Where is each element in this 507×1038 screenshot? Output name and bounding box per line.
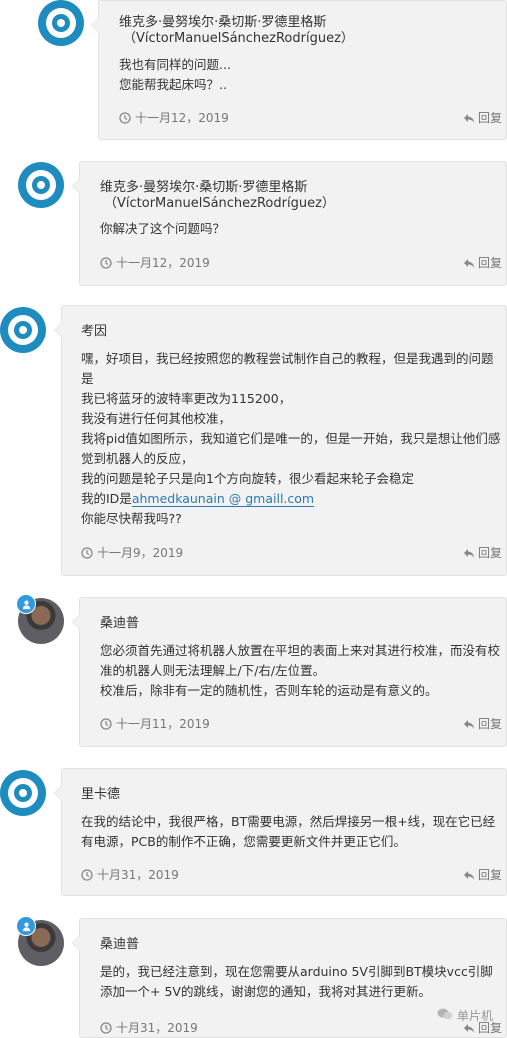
comment-text: 您必须首先通过将机器人放置在平坦的表面上来对其进行校准，而没有校准的机器人则无法… — [100, 643, 501, 678]
comment-date[interactable]: 十一月11，2019 — [100, 715, 210, 732]
watermark-text: 单片机 — [456, 1009, 493, 1023]
reply-icon — [463, 547, 475, 559]
reply-icon — [463, 112, 475, 124]
comment-author: 维克多·曼努埃尔·桑切斯·罗德里格斯 （VíctorManuelSánchezR… — [119, 15, 354, 47]
date-text: 十一月12，2019 — [116, 256, 210, 270]
comment-body: 是的，我已经注意到，现在您需要从arduino 5V引脚到BT模块vcc引脚添加… — [100, 962, 500, 1002]
reply-button[interactable]: 回复 — [463, 254, 502, 271]
comment-text: 在我的结论中，我很严格，BT需要电源，然后焊接另一根+线，现在它已经有电源，PC… — [81, 814, 496, 849]
reply-button[interactable]: 回复 — [463, 715, 502, 732]
date-text: 十一月12，2019 — [135, 111, 229, 125]
comment-text: 你解决了这个问题吗？ — [100, 221, 226, 236]
clock-icon — [81, 868, 93, 881]
comment-card: 维克多·曼努埃尔·桑切斯·罗德里格斯 （VíctorManuelSánchezR… — [72, 161, 507, 286]
comment-card: 里卡德 在我的结论中，我很严格，BT需要电源，然后焊接另一根+线，现在它已经有电… — [54, 768, 507, 896]
id-prefix: 我的ID是 — [81, 491, 132, 506]
comment-author: 桑迪普 — [100, 616, 140, 631]
comment-card: 维克多·曼努埃尔·桑切斯·罗德里格斯 （VíctorManuelSánchezR… — [91, 0, 507, 140]
comment-author: 维克多·曼努埃尔·桑切斯·罗德里格斯 （VíctorManuelSánchezR… — [100, 180, 335, 212]
reply-icon — [463, 257, 475, 269]
reply-button[interactable]: 回复 — [463, 109, 502, 126]
wordpress-avatar-icon — [0, 307, 46, 353]
comment-date[interactable]: 十月31，2019 — [100, 1019, 198, 1036]
reply-button[interactable]: 回复 — [463, 544, 502, 561]
clock-icon — [100, 1021, 112, 1034]
wordpress-avatar-icon — [18, 162, 64, 208]
reply-icon — [463, 718, 475, 730]
reply-label: 回复 — [477, 256, 502, 270]
comment-body: 在我的结论中，我很严格，BT需要电源，然后焊接另一根+线，现在它已经有电源，PC… — [81, 812, 501, 852]
reply-icon — [463, 869, 475, 881]
reply-label: 回复 — [477, 546, 502, 560]
date-text: 十月31，2019 — [116, 1021, 198, 1035]
comment-date[interactable]: 十月31，2019 — [81, 866, 179, 883]
clock-icon — [119, 111, 131, 124]
reply-label: 回复 — [477, 717, 502, 731]
comment-text: 校准后，除非有一定的随机性，否则车轮的运动是有意义的。 — [100, 683, 438, 698]
comment-date[interactable]: 十一月12，2019 — [119, 109, 229, 126]
reply-label: 回复 — [477, 868, 502, 882]
comment-body: 您必须首先通过将机器人放置在平坦的表面上来对其进行校准，而没有校准的机器人则无法… — [100, 641, 500, 701]
watermark: 单片机 — [437, 1007, 493, 1024]
date-text: 十一月11，2019 — [116, 717, 210, 731]
comment-text: 是的，我已经注意到，现在您需要从arduino 5V引脚到BT模块vcc引脚添加… — [100, 964, 493, 999]
date-text: 十一月9，2019 — [97, 546, 184, 560]
comments-page: 维克多·曼努埃尔·桑切斯·罗德里格斯 （VíctorManuelSánchezR… — [0, 0, 507, 1038]
comment-text: 嘿，好项目，我已经按照您的教程尝试制作自己的教程，但是我遇到的问题是 — [81, 351, 494, 386]
email-link[interactable]: ahmedkaunain @ gmaill.com — [131, 491, 315, 507]
comment-text: 您能帮我起床吗？.. — [119, 77, 227, 92]
comment-date[interactable]: 十一月9，2019 — [81, 544, 183, 561]
wechat-icon — [437, 1008, 453, 1023]
comment-text: 我的问题是轮子只是向1个方向旋转，很少看起来轮子会稳定 — [81, 471, 414, 486]
wordpress-avatar-icon — [0, 770, 46, 816]
comment-body: 我也有同样的问题... 您能帮我起床吗？.. — [119, 55, 499, 95]
comment-text: 我将pid值如图所示，我知道它们是唯一的，但是一开始，我只是想让他们感觉到机器人… — [81, 431, 501, 466]
author-name: 维克多·曼努埃尔·桑切斯·罗德里格斯 — [119, 15, 327, 30]
reply-label: 回复 — [477, 111, 502, 125]
user-badge-icon — [16, 594, 36, 614]
reply-button[interactable]: 回复 — [463, 866, 502, 883]
clock-icon — [100, 717, 112, 730]
comment-body: 嘿，好项目，我已经按照您的教程尝试制作自己的教程，但是我遇到的问题是 我已将蓝牙… — [81, 349, 501, 529]
comment-body: 你解决了这个问题吗？ — [100, 219, 500, 239]
comment-text: 我没有进行任何其他校准， — [81, 411, 232, 426]
comment-text: 我也有同样的问题... — [119, 57, 231, 72]
comment-text: 我的ID是ahmedkaunain @ gmaill.com — [81, 489, 501, 509]
user-badge-icon — [16, 916, 36, 936]
comment-author: 里卡德 — [81, 787, 121, 802]
comment-author: 考因 — [81, 324, 108, 339]
author-name: 维克多·曼努埃尔·桑切斯·罗德里格斯 — [100, 180, 308, 195]
author-name-latin: （VíctorManuelSánchezRodríguez） — [104, 196, 335, 211]
author-name-latin: （VíctorManuelSánchezRodríguez） — [123, 31, 354, 46]
clock-icon — [81, 546, 93, 559]
comment-text: 我已将蓝牙的波特率更改为115200， — [81, 391, 292, 406]
comment-card: 桑迪普 您必须首先通过将机器人放置在平坦的表面上来对其进行校准，而没有校准的机器… — [72, 597, 507, 747]
comment-text: 你能尽快帮我吗?? — [81, 511, 182, 526]
comment-card: 考因 嘿，好项目，我已经按照您的教程尝试制作自己的教程，但是我遇到的问题是 我已… — [54, 305, 507, 576]
comment-author: 桑迪普 — [100, 937, 140, 952]
clock-icon — [100, 256, 112, 269]
wordpress-avatar-icon — [38, 0, 84, 46]
date-text: 十月31，2019 — [97, 868, 179, 882]
comment-date[interactable]: 十一月12，2019 — [100, 254, 210, 271]
